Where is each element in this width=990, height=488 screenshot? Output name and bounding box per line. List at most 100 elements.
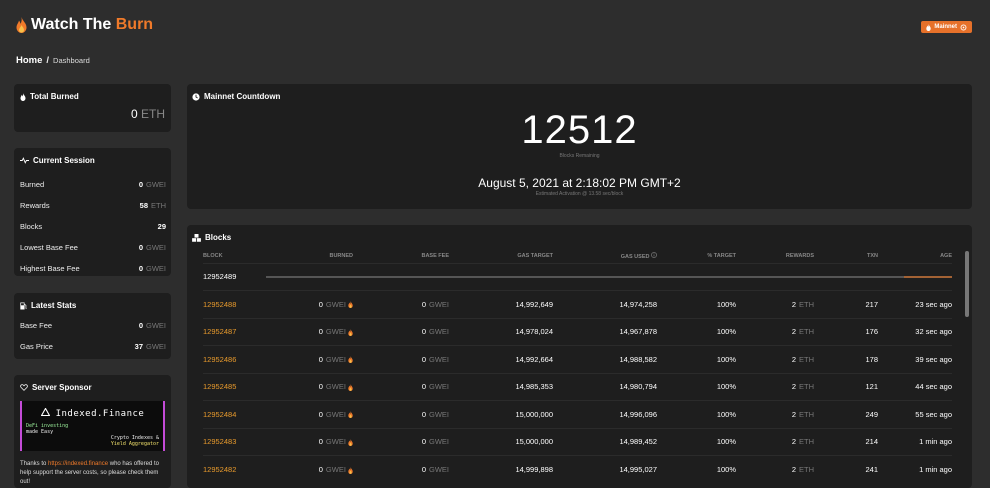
burned-cell: 0 GWEI (266, 400, 353, 428)
table-header-row: Block Burned Base Fee Gas Target Gas Use… (203, 249, 952, 263)
sponsor-banner-line2: made Easy (26, 429, 54, 435)
col-header-burned[interactable]: Burned (266, 249, 353, 263)
age-cell: 55 sec ago (878, 400, 952, 428)
col-header-age[interactable]: Age (878, 249, 952, 263)
age-cell: 44 sec ago (878, 372, 952, 401)
session-row-burned: Burned 0 GWEI (20, 180, 166, 189)
mainnet-countdown-card: Mainnet Countdown 12512 Blocks Remaining… (187, 84, 972, 209)
block-number-link[interactable]: 12952484 (203, 410, 236, 419)
table-row: 12952484 0 GWEI 0 GWEI 15,000,000 14,996,096 1… (203, 400, 952, 428)
network-select-button[interactable]: Mainnet (921, 21, 972, 33)
latest-row-gas-price: Gas Price 37 GWEI (20, 342, 166, 351)
gas-target-cell: 15,000,000 (449, 400, 553, 428)
block-number-link[interactable]: 12952483 (203, 437, 236, 446)
gas-target-cell: 14,985,353 (449, 372, 553, 401)
block-number-link[interactable]: 12952482 (203, 465, 236, 474)
blocks-table: Block Burned Base Fee Gas Target Gas Use… (203, 249, 952, 483)
table-row: 12952482 0 GWEI 0 GWEI 14,999,898 14,995,027 1… (203, 455, 952, 483)
burned-cell: 0 GWEI (266, 372, 353, 401)
age-cell: 1 min ago (878, 427, 952, 456)
flame-icon (348, 411, 353, 419)
col-header-gas-target[interactable]: Gas Target (449, 249, 553, 263)
block-number-link[interactable]: 12952485 (203, 382, 236, 391)
table-row: 12952488 0 GWEI 0 GWEI 14,992,649 14,974,258 1… (203, 290, 952, 318)
heart-icon (20, 384, 28, 391)
gas-target-cell: 14,999,898 (449, 455, 553, 483)
rewards-cell: 2 ETH (736, 345, 814, 373)
table-row: 12952487 0 GWEI 0 GWEI 14,978,024 14,967,878 1… (203, 317, 952, 346)
col-header-rewards[interactable]: Rewards (736, 249, 814, 263)
flame-icon (348, 328, 353, 336)
latest-row-base-fee: Base Fee 0 GWEI (20, 321, 166, 330)
block-number-link[interactable]: 12952486 (203, 355, 236, 364)
col-header-base-fee[interactable]: Base Fee (353, 249, 449, 263)
col-header-gas-used[interactable]: Gas Used (553, 249, 657, 263)
total-burned-card: Total Burned 0 ETH (14, 84, 171, 132)
latest-stats-card: Latest Stats Base Fee 0 GWEI Gas Price 37 GW… (14, 293, 171, 359)
breadcrumb-current: Dashboard (53, 56, 90, 65)
activation-date: August 5, 2021 at 2:18:02 PM GMT+2 (478, 176, 681, 190)
sponsor-banner-line4: Yield Aggregator (110, 441, 159, 447)
base-fee-cell: 0 GWEI (353, 372, 449, 401)
pct-target-cell: 100% (657, 372, 736, 401)
rewards-cell: 2 ETH (736, 372, 814, 401)
breadcrumb-separator: / (46, 55, 50, 66)
card-title: Mainnet Countdown (192, 92, 280, 101)
blocks-card: Blocks Block Burned Base Fee Gas Target … (187, 225, 972, 488)
breadcrumb-home[interactable]: Home (16, 55, 42, 66)
pct-target-cell: 100% (657, 427, 736, 456)
gas-used-cell: 14,995,027 (553, 455, 657, 483)
pct-target-cell: 100% (657, 345, 736, 373)
card-title: Current Session (20, 156, 95, 165)
base-fee-cell: 0 GWEI (353, 455, 449, 483)
gas-used-cell: 14,974,258 (553, 290, 657, 318)
triangle-logo-icon (40, 407, 51, 417)
flame-icon (16, 17, 27, 33)
burned-cell: 0 GWEI (266, 317, 353, 346)
gas-target-cell: 14,992,664 (449, 345, 553, 373)
card-title: Blocks (192, 233, 231, 242)
settings-icon (960, 24, 967, 30)
base-fee-cell: 0 GWEI (353, 400, 449, 428)
flame-icon (348, 438, 353, 446)
app-logo[interactable]: Watch The Burn (16, 16, 153, 34)
session-row-lowest-base-fee: Lowest Base Fee 0 GWEI (20, 243, 166, 252)
flame-icon (20, 92, 26, 101)
txn-cell: 217 (814, 290, 878, 318)
block-number-link[interactable]: 12952488 (203, 300, 236, 309)
card-title: Latest Stats (20, 301, 76, 310)
gas-used-cell: 14,996,096 (553, 400, 657, 428)
gas-used-cell: 14,980,794 (553, 372, 657, 401)
card-title: Total Burned (20, 92, 79, 101)
pending-block-row: 12952489 (203, 262, 952, 291)
gas-used-cell: 14,988,582 (553, 345, 657, 373)
sponsor-link[interactable]: https://indexed.finance (48, 461, 108, 467)
base-fee-cell: 0 GWEI (353, 345, 449, 373)
app-title: Watch The Burn (31, 16, 154, 33)
age-cell: 32 sec ago (878, 317, 952, 346)
flame-icon (348, 356, 353, 364)
txn-cell: 176 (814, 317, 878, 346)
flame-icon (348, 301, 353, 309)
col-header-txn[interactable]: TXN (814, 249, 878, 263)
gas-pump-icon (20, 302, 27, 309)
pending-block-progress (266, 262, 952, 291)
base-fee-cell: 0 GWEI (353, 317, 449, 346)
blocks-scrollbar[interactable] (965, 251, 969, 317)
rewards-cell: 2 ETH (736, 290, 814, 318)
info-icon[interactable] (651, 251, 657, 258)
blocks-remaining-value: 12512 (521, 108, 638, 152)
gas-target-cell: 14,978,024 (449, 317, 553, 346)
col-header-block[interactable]: Block (203, 249, 266, 263)
activation-estimate-label: Estimated Activation @ 13.58 sec/block (535, 191, 624, 197)
txn-cell: 121 (814, 372, 878, 401)
rewards-cell: 2 ETH (736, 400, 814, 428)
sponsor-banner[interactable]: Indexed.Finance DeFi investing made Easy… (20, 401, 165, 451)
sponsor-text: Thanks to https://indexed.finance who ha… (20, 461, 159, 485)
total-burned-value: 0 ETH (130, 107, 165, 121)
server-sponsor-card: Server Sponsor Indexed.Finance DeFi inve… (14, 375, 171, 488)
block-number-link[interactable]: 12952487 (203, 327, 236, 336)
flame-icon (348, 383, 353, 391)
burned-cell: 0 GWEI (266, 427, 353, 456)
col-header-pct-target[interactable]: % Target (657, 249, 736, 263)
